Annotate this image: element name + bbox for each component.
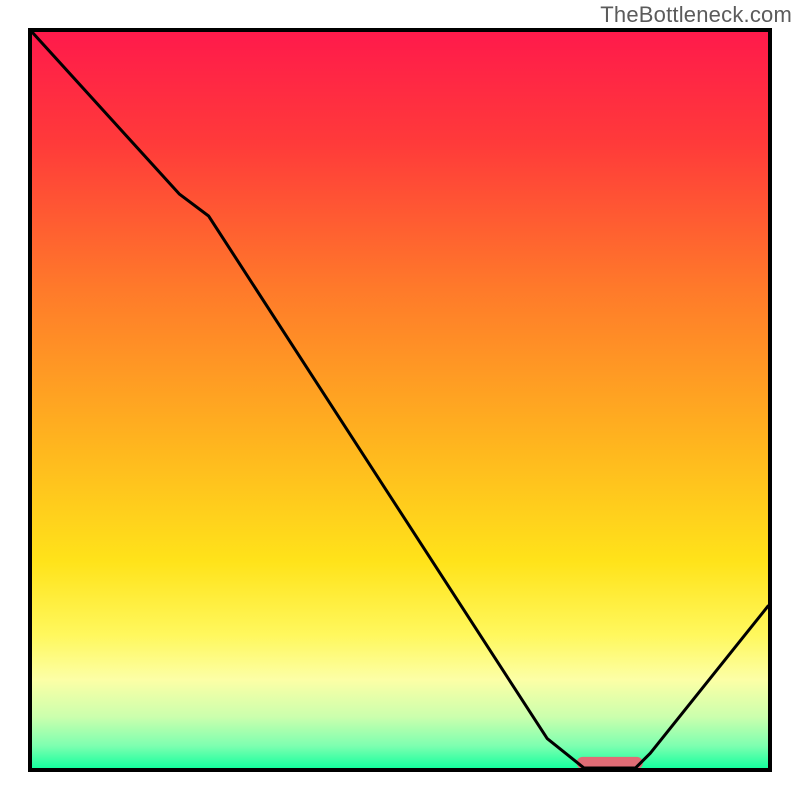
marker-segment <box>577 757 643 768</box>
watermark-text: TheBottleneck.com <box>600 2 792 28</box>
chart-svg <box>32 32 768 768</box>
chart-container: TheBottleneck.com <box>0 0 800 800</box>
gradient-background <box>32 32 768 768</box>
plot-area <box>28 28 772 772</box>
